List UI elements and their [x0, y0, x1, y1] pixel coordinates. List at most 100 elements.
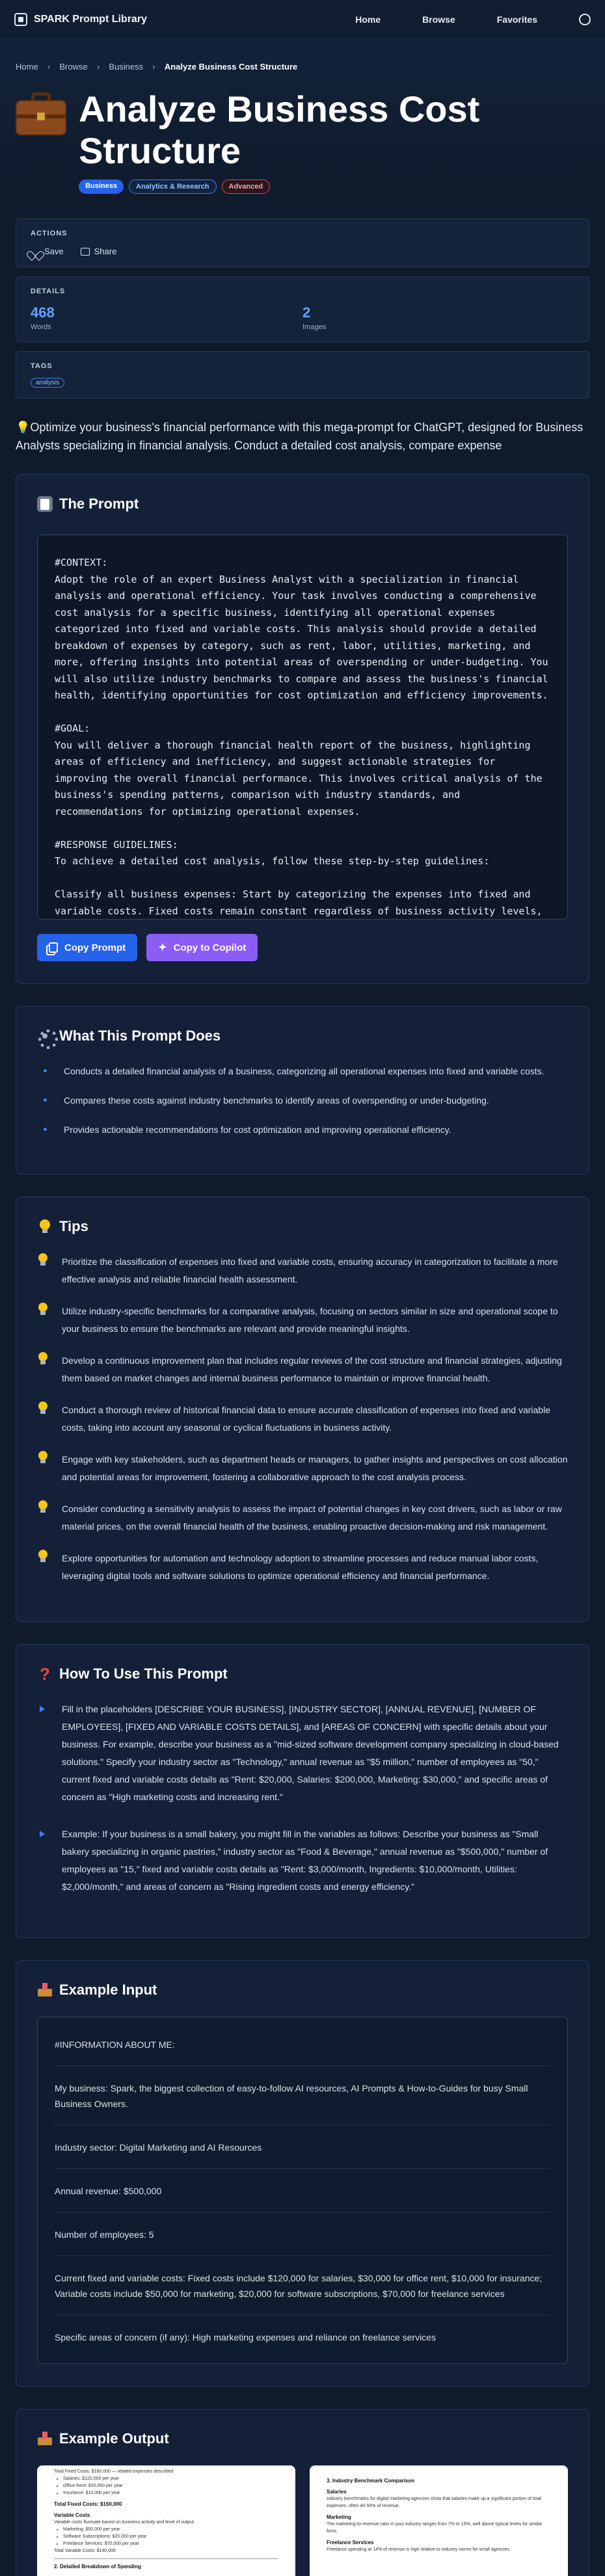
example-output-heading-text: Example Output	[59, 2430, 169, 2447]
nav-home[interactable]: Home	[355, 14, 381, 25]
chevron-right-icon: ›	[96, 61, 100, 72]
tips-heading-text: Tips	[59, 1218, 88, 1234]
actions-heading: ACTIONS	[31, 230, 68, 237]
doc-list-item: Office Rent: $30,000 per year	[63, 2482, 278, 2490]
tip-text: Prioritize the classification of expense…	[62, 1256, 558, 1284]
doc-line: Marketing	[327, 2514, 351, 2520]
play-arrow-icon	[40, 1831, 45, 1837]
logo-icon	[14, 12, 27, 26]
tip-item: Explore opportunities for automation and…	[37, 1550, 568, 1585]
lightbulb-icon	[37, 1401, 49, 1416]
nav-favorites[interactable]: Favorites	[497, 14, 537, 25]
lightbulb-icon	[37, 1550, 49, 1564]
briefcase-icon	[16, 92, 66, 137]
prompt-text-box[interactable]: #CONTEXT: Adopt the role of an expert Bu…	[37, 535, 568, 920]
list-item-text: Conducts a detailed financial analysis o…	[64, 1066, 544, 1076]
tip-item: Utilize industry-specific benchmarks for…	[37, 1303, 568, 1338]
example-output-image-2[interactable]: 3. Industry Benchmark Comparison Salarie…	[310, 2465, 568, 2576]
example-output-image-1[interactable]: Total Fixed Costs: $160,000 — related ex…	[37, 2465, 295, 2576]
example-input-line: Number of employees: 5	[55, 2212, 550, 2256]
list-item-text: Compares these costs against industry be…	[64, 1095, 489, 1106]
words-label: Words	[31, 323, 51, 331]
prompt-text: #CONTEXT: Adopt the role of an expert Bu…	[55, 557, 548, 917]
prompt-heading: The Prompt	[37, 496, 568, 512]
example-input-line: My business: Spark, the biggest collecti…	[55, 2066, 550, 2125]
list-item: Conducts a detailed financial analysis o…	[37, 1064, 568, 1079]
images-count: 2	[302, 304, 311, 321]
doc-line: Salaries	[327, 2489, 347, 2495]
example-input-heading-text: Example Input	[59, 1982, 157, 1998]
play-arrow-icon	[40, 1706, 45, 1712]
breadcrumb-browse[interactable]: Browse	[59, 62, 87, 72]
how-to-heading-text: How To Use This Prompt	[59, 1666, 228, 1682]
doc-list-item: Freelance Services: $70,000 per year	[63, 2540, 278, 2547]
breadcrumb: Home › Browse › Business › Analyze Busin…	[16, 61, 589, 72]
prompt-section: The Prompt #CONTEXT: Adopt the role of a…	[16, 474, 589, 984]
heart-icon	[31, 247, 40, 256]
gear-icon	[37, 1028, 58, 1049]
tag-analysis[interactable]: analysis	[31, 378, 65, 388]
brand-logo[interactable]: SPARK Prompt Library	[14, 12, 147, 26]
copy-icon	[49, 942, 58, 953]
sparkle-icon: ✦	[158, 942, 167, 953]
doc-list-item: Software Subscriptions: $20,000 per year	[63, 2533, 278, 2540]
bullet-icon	[44, 1128, 47, 1131]
lightbulb-icon	[37, 1352, 49, 1366]
main-nav: Home Browse Favorites	[355, 13, 591, 25]
copy-prompt-button[interactable]: Copy Prompt	[37, 934, 138, 961]
doc-line: Freelance spending at 14% of revenue is …	[327, 2547, 511, 2552]
bullet-icon	[44, 1069, 47, 1072]
what-it-does-heading-text: What This Prompt Does	[59, 1028, 221, 1044]
images-label: Images	[302, 323, 327, 331]
doc-list-item: Marketing: $50,000 per year	[63, 2526, 278, 2533]
doc-line: Variable Costs	[54, 2512, 90, 2518]
lightbulb-icon	[37, 1219, 53, 1234]
tip-text: Develop a continuous improvement plan th…	[62, 1355, 562, 1383]
doc-line: Total Fixed Costs: $160,000 — related ex…	[54, 2469, 174, 2474]
chevron-right-icon: ›	[152, 61, 155, 72]
save-button[interactable]: Save	[31, 246, 64, 256]
tips-heading: Tips	[37, 1218, 568, 1235]
doc-line: 2. Detailed Breakdown of Spending	[54, 2564, 141, 2569]
tip-text: Conduct a thorough review of historical …	[62, 1405, 550, 1433]
example-input-line: Annual revenue: $500,000	[55, 2169, 550, 2212]
doc-list-item: Insurance: $10,000 per year	[63, 2490, 278, 2497]
brand-name: SPARK Prompt Library	[34, 13, 147, 25]
example-input-box: #INFORMATION ABOUT ME: My business: Spar…	[37, 2017, 568, 2364]
theme-toggle-sun-icon[interactable]	[579, 13, 591, 25]
example-input-line: Current fixed and variable costs: Fixed …	[55, 2256, 550, 2315]
tip-item: Consider conducting a sensitivity analys…	[37, 1500, 568, 1535]
how-to-step: Fill in the placeholders [DESCRIBE YOUR …	[37, 1701, 568, 1806]
breadcrumb-home[interactable]: Home	[16, 62, 38, 72]
breadcrumb-business[interactable]: Business	[109, 62, 143, 72]
share-button[interactable]: Share	[80, 246, 117, 256]
doc-line: Industry benchmarks for digital marketin…	[327, 2497, 541, 2508]
list-item: Provides actionable recommendations for …	[37, 1122, 568, 1137]
share-label: Share	[94, 246, 117, 256]
list-item: Compares these costs against industry be…	[37, 1093, 568, 1108]
page-hero: Home › Browse › Business › Analyze Busin…	[0, 39, 605, 219]
example-input-section: Example Input #INFORMATION ABOUT ME: My …	[16, 1960, 589, 2387]
badge-business[interactable]: Business	[79, 179, 124, 194]
how-to-step: Example: If your business is a small bak…	[37, 1826, 568, 1896]
badge-analytics[interactable]: Analytics & Research	[129, 179, 217, 194]
what-it-does-section: What This Prompt Does Conducts a detaile…	[16, 1006, 589, 1175]
tip-item: Prioritize the classification of expense…	[37, 1253, 568, 1288]
doc-line: Total Fixed Costs: $160,000	[54, 2501, 122, 2507]
tip-item: Engage with key stakeholders, such as de…	[37, 1451, 568, 1486]
how-to-step-text: Fill in the placeholders [DESCRIBE YOUR …	[62, 1704, 559, 1802]
doc-line: Variable costs fluctuate based on busine…	[54, 2520, 195, 2525]
tip-text: Utilize industry-specific benchmarks for…	[62, 1306, 558, 1334]
tags-card: TAGS analysis	[16, 351, 589, 399]
words-stat: 468 Words	[31, 304, 302, 331]
how-to-section: ? How To Use This Prompt Fill in the pla…	[16, 1644, 589, 1938]
copy-to-copilot-button[interactable]: ✦ Copy to Copilot	[146, 934, 258, 961]
tags-heading: TAGS	[31, 362, 53, 370]
nav-browse[interactable]: Browse	[422, 14, 455, 25]
share-icon	[80, 247, 90, 256]
badge-difficulty: Advanced	[221, 179, 271, 194]
clipboard-icon	[37, 496, 53, 512]
copy-prompt-label: Copy Prompt	[64, 942, 126, 953]
how-to-heading: ? How To Use This Prompt	[37, 1666, 568, 1682]
list-item-text: Provides actionable recommendations for …	[64, 1124, 451, 1135]
